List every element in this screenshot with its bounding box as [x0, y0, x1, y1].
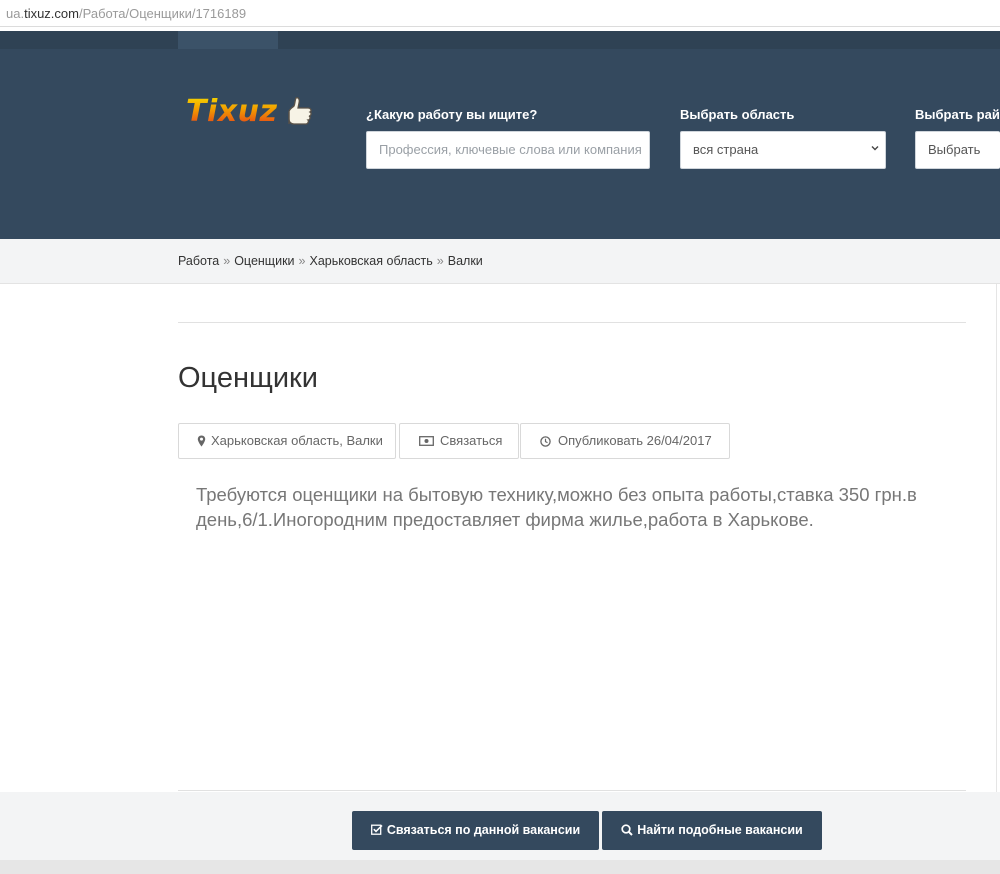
- find-similar-button[interactable]: Найти подобные вакансии: [602, 811, 822, 850]
- breadcrumb-bar: Работа» Оценщики» Харьковская область» Валк…: [0, 239, 1000, 284]
- thumbs-up-icon: [288, 97, 312, 125]
- divider: [178, 790, 966, 791]
- district-select-value: Выбрать: [928, 142, 981, 157]
- contact-text: Связаться: [440, 433, 503, 448]
- top-nav-tab[interactable]: [178, 31, 278, 49]
- district-select[interactable]: Выбрать: [915, 131, 1000, 169]
- breadcrumb-item-work[interactable]: Работа: [178, 254, 219, 268]
- published-badge: Опубликовать 26/04/2017: [520, 423, 730, 459]
- url-host: tixuz.com: [24, 6, 79, 21]
- top-nav: [0, 31, 1000, 49]
- region-select-value: вся страна: [693, 142, 759, 157]
- contact-vacancy-button[interactable]: Связаться по данной вакансии: [352, 811, 599, 850]
- location-text: Харьковская область, Валки: [211, 433, 383, 448]
- money-icon: [419, 436, 434, 446]
- contact-badge[interactable]: Связаться: [399, 423, 519, 459]
- region-select[interactable]: вся страна: [680, 131, 886, 169]
- map-marker-icon: [197, 435, 206, 447]
- edit-check-icon: [370, 824, 383, 836]
- breadcrumb-item-region[interactable]: Харьковская область: [309, 254, 432, 268]
- job-content: [0, 284, 997, 792]
- divider: [178, 322, 966, 323]
- district-label: Выбрать рай: [915, 107, 1000, 122]
- breadcrumb-item-appraisers[interactable]: Оценщики: [234, 254, 294, 268]
- page-footer-strip: [0, 860, 1000, 874]
- breadcrumb-separator: »: [436, 254, 444, 268]
- chevron-down-icon: [871, 146, 879, 151]
- address-bar[interactable]: ua.tixuz.com/Работа/Оценщики/1716189: [0, 0, 1000, 27]
- breadcrumb-separator: »: [223, 254, 231, 268]
- clock-icon: [540, 436, 551, 447]
- logo-text: Tixuz: [186, 94, 278, 129]
- location-badge: Харьковская область, Валки: [178, 423, 396, 459]
- job-title: Оценщики: [178, 362, 318, 394]
- job-description: Требуются оценщики на бытовую технику,мо…: [196, 484, 917, 530]
- search-label: ¿Какую работу вы ищите?: [366, 107, 538, 122]
- region-label: Выбрать область: [680, 107, 795, 122]
- breadcrumb-item-city[interactable]: Валки: [448, 254, 483, 268]
- url-path: /Работа/Оценщики/1716189: [78, 6, 247, 21]
- breadcrumb-separator: »: [298, 254, 306, 268]
- find-similar-button-label: Найти подобные вакансии: [637, 823, 803, 837]
- breadcrumb: Работа» Оценщики» Харьковская область» Валк…: [178, 254, 483, 268]
- url-prefix: ua.: [6, 6, 25, 21]
- search-icon: [621, 824, 633, 836]
- contact-vacancy-button-label: Связаться по данной вакансии: [386, 823, 581, 837]
- search-input[interactable]: Профессия, ключевые слова или компания: [366, 131, 650, 169]
- published-text: Опубликовать 26/04/2017: [558, 433, 712, 448]
